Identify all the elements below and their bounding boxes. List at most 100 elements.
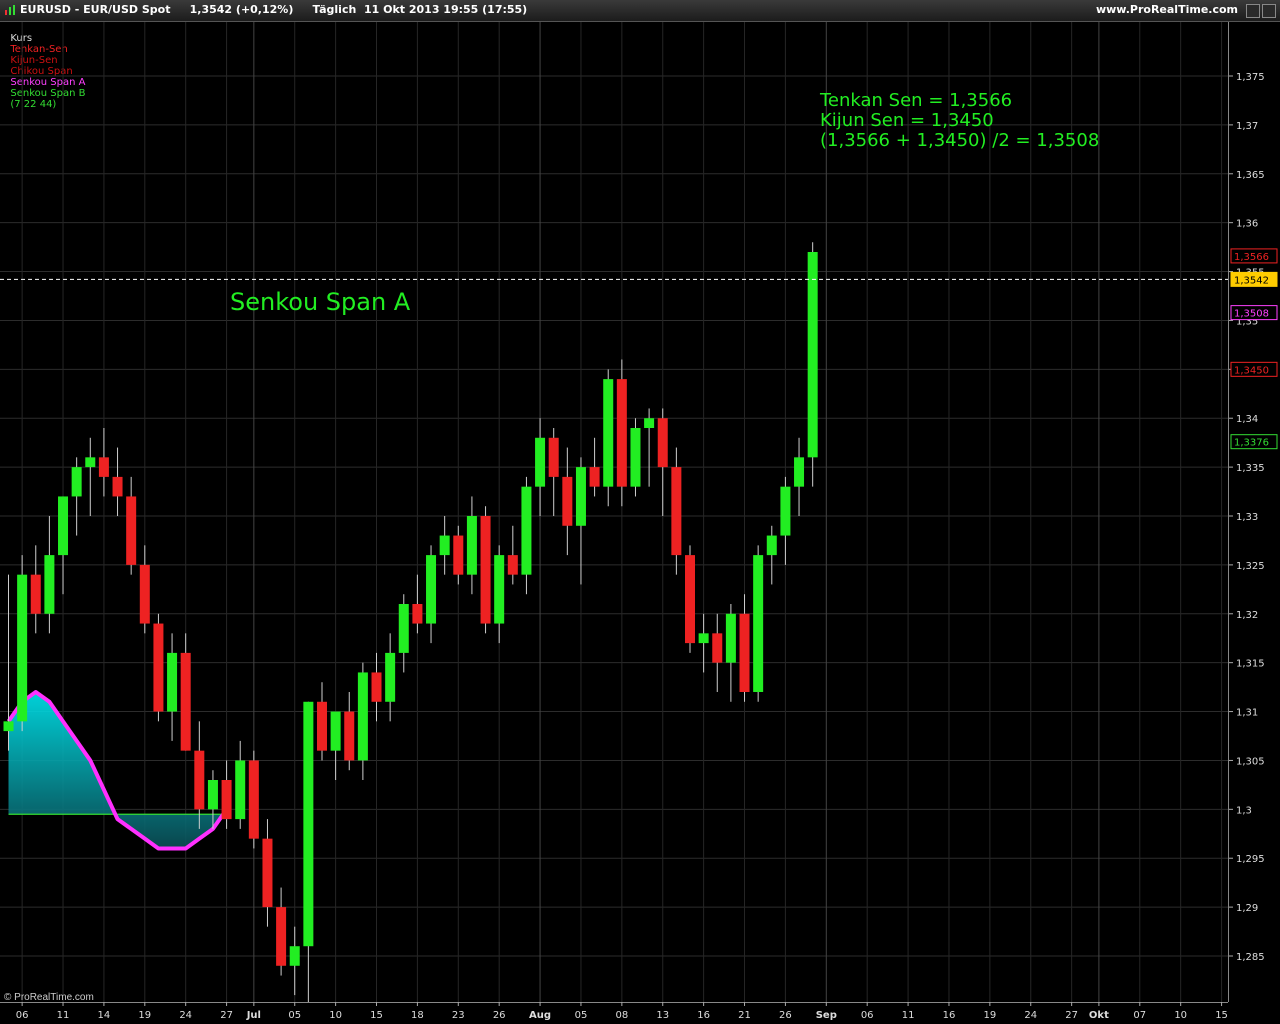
price-axis[interactable]: 1,3751,371,3651,361,3551,351,3451,341,33…	[1228, 22, 1280, 1002]
candle-up	[385, 652, 396, 702]
candle-up	[207, 780, 218, 810]
candle-down	[657, 418, 668, 468]
candle-up	[630, 428, 641, 487]
y-tick-label: 1,32	[1236, 610, 1258, 621]
site-link[interactable]: www.ProRealTime.com	[1096, 3, 1238, 16]
x-tick-label: 26	[493, 1010, 506, 1021]
y-tick-label: 1,33	[1236, 512, 1258, 523]
price-marker-label: 1,3566	[1234, 252, 1269, 263]
y-tick-label: 1,375	[1236, 72, 1265, 83]
candle-up	[439, 535, 450, 556]
candle-down	[671, 467, 682, 556]
minimize-button[interactable]	[1246, 4, 1260, 18]
x-tick-label: 16	[943, 1010, 956, 1021]
candle-down	[507, 555, 518, 575]
candle-up	[289, 946, 300, 966]
x-tick-label: Aug	[529, 1010, 551, 1021]
time-axis[interactable]: 06 11 14 19 24 27 Jul 05 10 15 18 23 26 Aug 05 08 13 16 21…	[0, 1002, 1228, 1024]
candle-up	[766, 535, 777, 556]
x-tick-label: 26	[779, 1010, 792, 1021]
candle-down	[139, 564, 150, 624]
candle-down	[548, 437, 559, 477]
candle-up	[521, 486, 532, 575]
x-tick-label: 21	[738, 1010, 751, 1021]
candle-up	[44, 555, 55, 614]
chart-app-icon	[5, 5, 15, 15]
candle-up	[807, 252, 818, 458]
x-tick-label: 13	[656, 1010, 669, 1021]
candle-down	[344, 711, 355, 761]
candle-down	[98, 457, 109, 477]
x-tick-label: 11	[57, 1010, 70, 1021]
candle-up	[58, 496, 69, 556]
window-title: EURUSD - EUR/USD Spot 1,3542 (+0,12%) Tä…	[20, 3, 528, 16]
x-tick-label: 06	[861, 1010, 874, 1021]
price-marker-label: 1,3376	[1234, 438, 1269, 449]
candle-up	[725, 613, 736, 663]
y-tick-label: 1,295	[1236, 854, 1265, 865]
candle-down	[153, 623, 164, 712]
candle-up	[575, 467, 586, 526]
x-tick-label: 16	[697, 1010, 710, 1021]
y-tick-label: 1,29	[1236, 903, 1258, 914]
candle-up	[780, 486, 791, 536]
candle-down	[371, 672, 382, 702]
candle-down	[412, 604, 423, 624]
candle-up	[85, 457, 96, 468]
x-tick-label: 06	[16, 1010, 29, 1021]
x-tick-label: 15	[370, 1010, 383, 1021]
x-tick-label: 15	[1215, 1010, 1228, 1021]
candle-down	[30, 574, 41, 614]
price-chart[interactable]: Senkou Span A Tenkan Sen = 1,3566Kijun Se…	[0, 22, 1228, 1002]
candle-down	[262, 838, 273, 908]
candle-down	[221, 780, 232, 820]
candle-up	[71, 467, 82, 497]
y-tick-label: 1,335	[1236, 463, 1265, 474]
candle-up	[753, 555, 764, 692]
x-tick-label: 27	[220, 1010, 233, 1021]
x-tick-label: Sep	[816, 1010, 837, 1021]
x-tick-label: 11	[902, 1010, 915, 1021]
x-tick-label: Okt	[1089, 1010, 1109, 1021]
y-tick-label: 1,315	[1236, 659, 1265, 670]
candle-up	[398, 604, 409, 653]
candle-up	[235, 760, 246, 820]
candle-down	[112, 476, 123, 497]
candle-up	[494, 555, 505, 624]
candle-up	[426, 555, 437, 624]
price-marker-label: 1,3542	[1234, 275, 1269, 286]
price-marker-label: 1,3450	[1234, 365, 1269, 376]
price-marker-label: 1,3508	[1234, 309, 1269, 320]
watermark: © ProRealTime.com	[4, 992, 94, 1003]
candle-up	[167, 652, 178, 712]
x-tick-label: 05	[288, 1010, 301, 1021]
candle-down	[276, 907, 287, 966]
candle-up	[698, 633, 709, 644]
candle-down	[562, 476, 573, 526]
y-tick-label: 1,3	[1236, 805, 1252, 816]
x-tick-label: 19	[138, 1010, 151, 1021]
candle-down	[712, 633, 723, 663]
x-tick-label: 19	[983, 1010, 996, 1021]
x-tick-label: 05	[575, 1010, 588, 1021]
candle-down	[126, 496, 137, 565]
senkou-span-a-label: Senkou Span A	[230, 288, 411, 316]
x-tick-label: 23	[452, 1010, 465, 1021]
candle-down	[739, 613, 750, 692]
x-tick-label: 08	[615, 1010, 628, 1021]
candle-up	[357, 672, 368, 761]
x-tick-label: 24	[179, 1010, 192, 1021]
y-tick-label: 1,31	[1236, 708, 1258, 719]
candle-down	[685, 555, 695, 644]
candle-up	[644, 418, 655, 428]
x-tick-label: 24	[1024, 1010, 1037, 1021]
maximize-button[interactable]	[1262, 4, 1276, 18]
kumo-cloud	[8, 692, 227, 849]
x-tick-label: 07	[1133, 1010, 1146, 1021]
candle-down	[453, 535, 464, 575]
x-tick-label: Jul	[246, 1010, 261, 1021]
candle-up	[794, 457, 805, 487]
candle-down	[616, 379, 627, 487]
candle-down	[316, 701, 327, 751]
y-tick-label: 1,37	[1236, 121, 1258, 132]
